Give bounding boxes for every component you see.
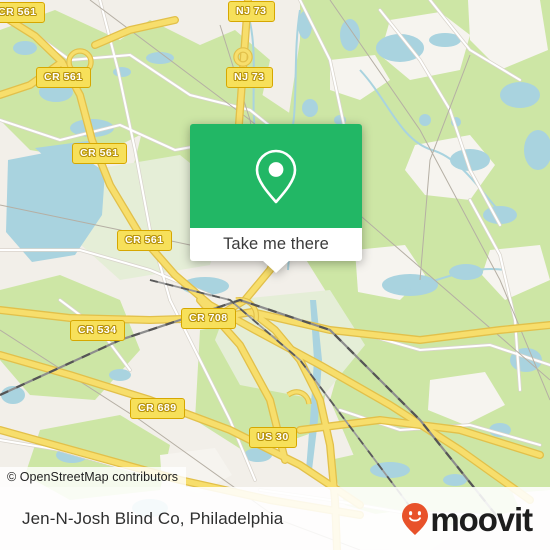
shield-label: CR 689	[138, 401, 177, 414]
shield-label: CR 561	[80, 146, 119, 159]
road-shield-cr561-mid: CR 561	[72, 143, 127, 164]
road-shield-cr561-upper: CR 561	[36, 67, 91, 88]
map-canvas[interactable]: CR 561 NJ 73 CR 561 NJ 73 CR 561 CR 561 …	[0, 0, 550, 550]
shield-label: CR 561	[44, 70, 83, 83]
road-shield-nj73-top: NJ 73	[228, 1, 275, 22]
shield-label: NJ 73	[236, 4, 267, 17]
moovit-wordmark: moovit	[430, 501, 533, 538]
moovit-brand-logo[interactable]: moovit	[401, 501, 533, 538]
road-shield-us30: US 30	[249, 427, 297, 448]
take-me-there-label: Take me there	[223, 235, 329, 253]
map-screen: CR 561 NJ 73 CR 561 NJ 73 CR 561 CR 561 …	[0, 0, 550, 550]
shield-label: NJ 73	[234, 70, 265, 83]
take-me-there-button[interactable]: Take me there	[190, 228, 362, 261]
map-attribution[interactable]: © OpenStreetMap contributors	[0, 467, 187, 487]
shield-label: CR 708	[189, 311, 228, 324]
footer-bar: Jen-N-Josh Blind Co, Philadelphia moovit	[0, 487, 550, 550]
callout-pointer-tail	[262, 260, 290, 273]
attribution-text: © OpenStreetMap contributors	[7, 470, 179, 484]
shield-label: CR 561	[125, 233, 164, 246]
place-title: Jen-N-Josh Blind Co, Philadelphia	[22, 508, 284, 528]
shield-label: US 30	[257, 430, 289, 443]
road-shield-nj73-lower: NJ 73	[226, 67, 273, 88]
map-pin-icon	[255, 149, 297, 204]
moovit-smiley-pin-icon	[402, 502, 429, 535]
shield-label: CR 561	[0, 5, 37, 18]
location-callout-card[interactable]: Take me there	[190, 124, 362, 273]
road-shield-cr534: CR 534	[70, 320, 125, 341]
road-shield-cr689: CR 689	[130, 398, 185, 419]
shield-label: CR 534	[78, 323, 117, 336]
road-shield-cr561-topleft: CR 561	[0, 2, 45, 23]
callout-marker-panel	[190, 124, 362, 228]
road-shield-cr708: CR 708	[181, 308, 236, 329]
road-shield-cr561-lower: CR 561	[117, 230, 172, 251]
